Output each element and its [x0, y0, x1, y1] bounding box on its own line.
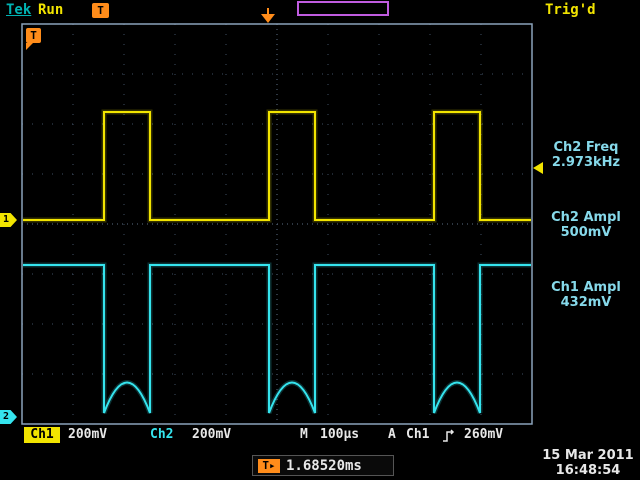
ch1-ground-marker: 1 [0, 213, 17, 227]
date-text: 15 Mar 2011 [538, 448, 638, 463]
measurement-label: Ch2 Ampl [537, 210, 635, 225]
ch1-volts-per-div: 200mV [68, 427, 107, 443]
rising-edge-icon [442, 428, 455, 447]
ch2-scale-label: Ch2 [150, 427, 173, 443]
time-text: 16:48:54 [538, 463, 638, 478]
oscilloscope-screen: Tek Run T Trig'd T 1 2 Ch2 Freq 2.973kHz… [0, 0, 640, 480]
measurement-value: 2.973kHz [537, 155, 635, 170]
menu-box [297, 1, 389, 16]
measurement-ch2-ampl: Ch2 Ampl 500mV [537, 210, 635, 240]
measurement-value: 500mV [537, 225, 635, 240]
ch2-ground-marker: 2 [0, 410, 17, 424]
trigger-mode-label: A [388, 427, 396, 443]
trigger-position-marker-icon [261, 14, 275, 23]
acquisition-status: Run [38, 2, 63, 18]
trigger-source: Ch1 [406, 427, 429, 443]
ch1-scale-badge: Ch1 [24, 427, 60, 443]
trigger-level-value: 260mV [464, 427, 503, 443]
measurement-label: Ch2 Freq [537, 140, 635, 155]
timebase-label: M [300, 427, 308, 443]
trigger-t-badge-icon: T [92, 3, 109, 18]
ch2-volts-per-div: 200mV [192, 427, 231, 443]
datetime-display: 15 Mar 2011 16:48:54 [538, 448, 638, 478]
measurement-value: 432mV [537, 295, 635, 310]
trigger-status: Trig'd [545, 2, 596, 18]
tek-logo: Tek [6, 2, 31, 18]
trigger-time-readout: T▸ 1.68520ms [252, 455, 394, 476]
trigger-time-badge-icon: T▸ [258, 459, 280, 473]
waveform-display [0, 0, 640, 480]
trigger-time-flag-tail-icon [26, 43, 33, 50]
measurement-ch1-ampl: Ch1 Ampl 432mV [537, 280, 635, 310]
trigger-time-flag: T [26, 28, 41, 43]
timebase-value: 100µs [320, 427, 359, 443]
trigger-time-value: 1.68520ms [286, 458, 362, 474]
measurement-ch2-freq: Ch2 Freq 2.973kHz [537, 140, 635, 170]
measurement-label: Ch1 Ampl [537, 280, 635, 295]
